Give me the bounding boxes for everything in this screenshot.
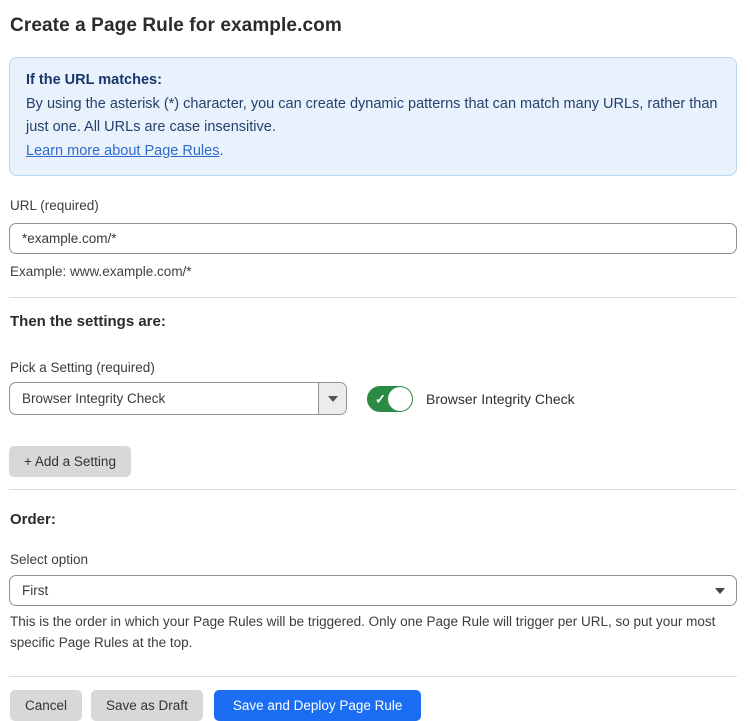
setting-select[interactable]: Browser Integrity Check xyxy=(9,382,347,415)
chevron-down-icon xyxy=(715,588,725,594)
save-as-draft-button[interactable]: Save as Draft xyxy=(91,690,203,721)
order-select[interactable]: First xyxy=(9,575,737,606)
save-and-deploy-button[interactable]: Save and Deploy Page Rule xyxy=(214,690,422,721)
setting-select-value: Browser Integrity Check xyxy=(10,383,318,414)
info-box-body: By using the asterisk (*) character, you… xyxy=(26,93,720,140)
link-suffix: . xyxy=(219,143,223,159)
create-page-rule-panel: Create a Page Rule for example.com If th… xyxy=(0,0,750,721)
settings-section-heading: Then the settings are: xyxy=(10,313,737,330)
divider xyxy=(9,489,737,490)
url-example-helper: Example: www.example.com/* xyxy=(10,262,737,282)
chevron-down-icon[interactable] xyxy=(318,383,346,414)
toggle-label: Browser Integrity Check xyxy=(426,391,575,407)
url-match-info-box: If the URL matches: By using the asteris… xyxy=(9,57,737,176)
order-section-heading: Order: xyxy=(10,511,737,528)
divider xyxy=(9,676,737,677)
url-field-label: URL (required) xyxy=(10,198,737,213)
triangle-glyph xyxy=(328,396,338,402)
info-box-link-line: Learn more about Page Rules. xyxy=(26,140,720,164)
page-title: Create a Page Rule for example.com xyxy=(10,15,737,37)
order-select-label: Select option xyxy=(10,552,737,567)
setting-row: Browser Integrity Check ✓ Browser Integr… xyxy=(9,382,737,415)
cancel-button[interactable]: Cancel xyxy=(10,690,82,721)
url-input[interactable] xyxy=(9,223,737,254)
browser-integrity-toggle[interactable]: ✓ xyxy=(367,386,413,412)
order-helper-text: This is the order in which your Page Rul… xyxy=(10,612,737,654)
learn-more-link[interactable]: Learn more about Page Rules xyxy=(26,143,219,159)
add-setting-button[interactable]: + Add a Setting xyxy=(9,446,131,477)
info-box-heading: If the URL matches: xyxy=(26,69,720,93)
check-icon: ✓ xyxy=(375,392,386,405)
divider xyxy=(9,297,737,298)
order-select-value: First xyxy=(22,583,48,598)
setting-picker-label: Pick a Setting (required) xyxy=(10,360,737,375)
footer-buttons: Cancel Save as Draft Save and Deploy Pag… xyxy=(10,690,737,721)
toggle-knob xyxy=(388,387,412,411)
